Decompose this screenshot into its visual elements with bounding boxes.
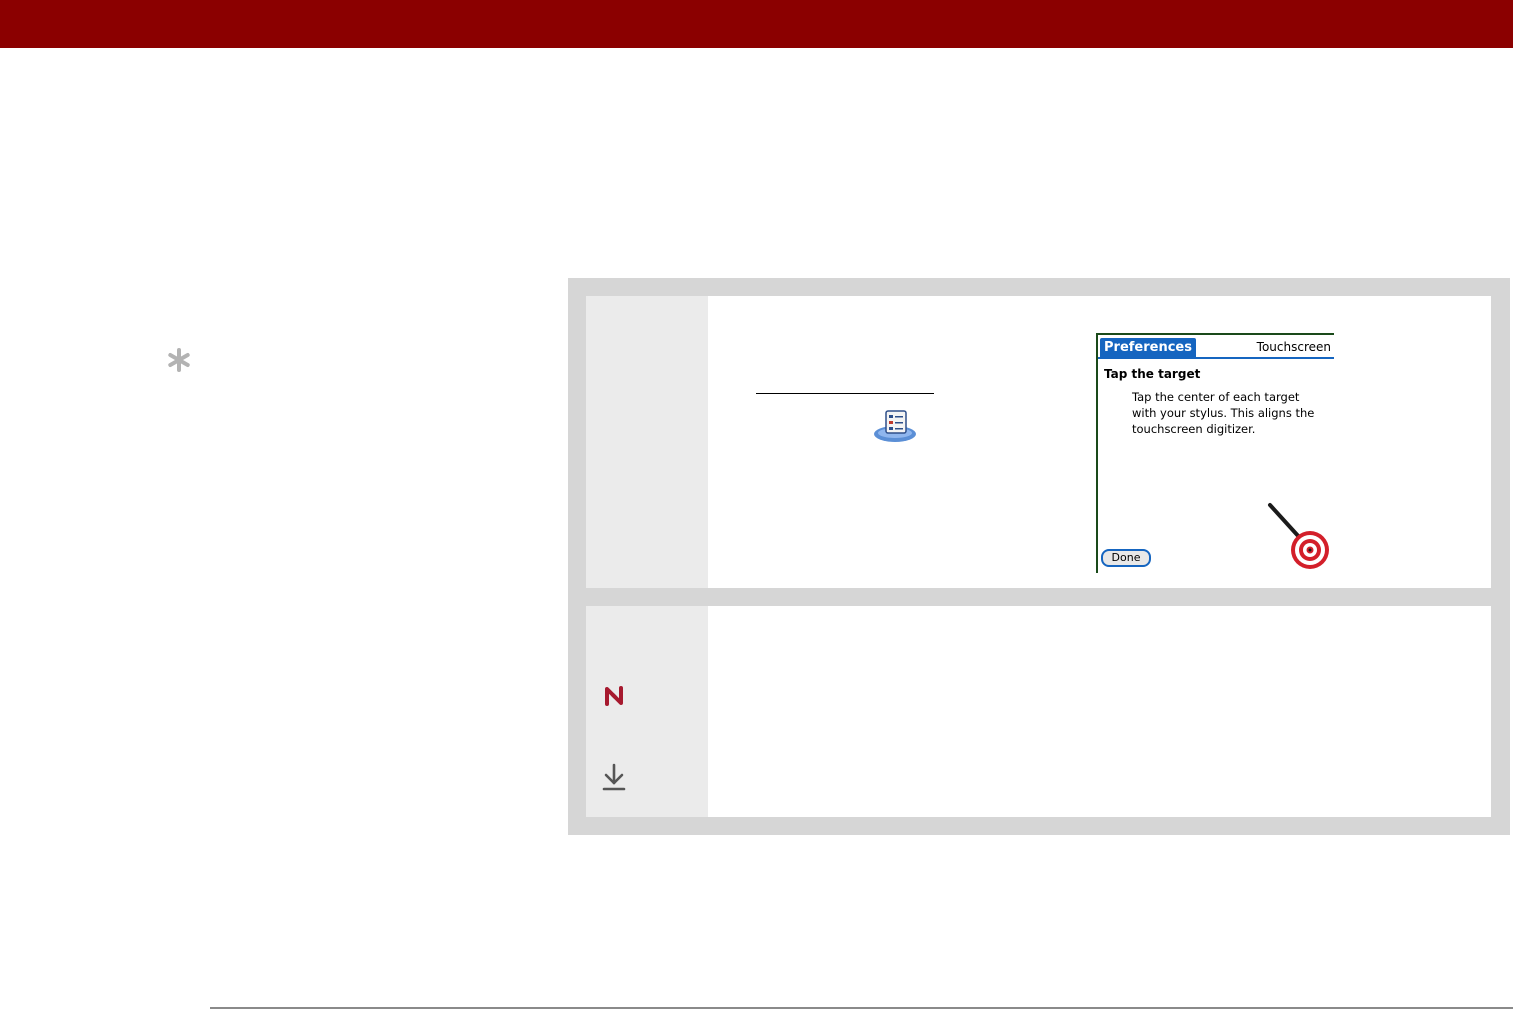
device-instruction-line: with your stylus. This aligns the — [1132, 406, 1315, 420]
device-subtitle: Touchscreen — [1256, 340, 1331, 354]
5-way-navigator-icon — [605, 686, 623, 706]
step-2 — [586, 606, 1491, 817]
done-button[interactable]: Done — [1101, 549, 1151, 567]
touchscreen-preferences-screenshot: Preferences Touchscreen Tap the target T… — [1096, 333, 1334, 573]
link-underline[interactable] — [756, 393, 934, 394]
footer-rule — [210, 1007, 1513, 1009]
device-title: Preferences — [1100, 338, 1196, 357]
step-1: Preferences Touchscreen Tap the target T… — [586, 296, 1491, 588]
device-title-bar: Preferences Touchscreen — [1098, 335, 1334, 359]
device-title-underline — [1098, 357, 1334, 359]
device-instructions: Tap the center of each target with your … — [1132, 389, 1330, 437]
device-instruction-line: Tap the center of each target — [1132, 390, 1300, 404]
preferences-app-icon[interactable] — [872, 408, 918, 444]
device-instruction-line: touchscreen digitizer. — [1132, 422, 1256, 436]
header-bar — [0, 0, 1513, 48]
step-number-column — [586, 296, 708, 588]
target-icon[interactable] — [1266, 501, 1332, 571]
download-arrow-icon — [602, 763, 626, 791]
steps-frame: Preferences Touchscreen Tap the target T… — [568, 278, 1510, 835]
asterisk-icon — [168, 348, 190, 372]
device-heading: Tap the target — [1104, 367, 1201, 381]
